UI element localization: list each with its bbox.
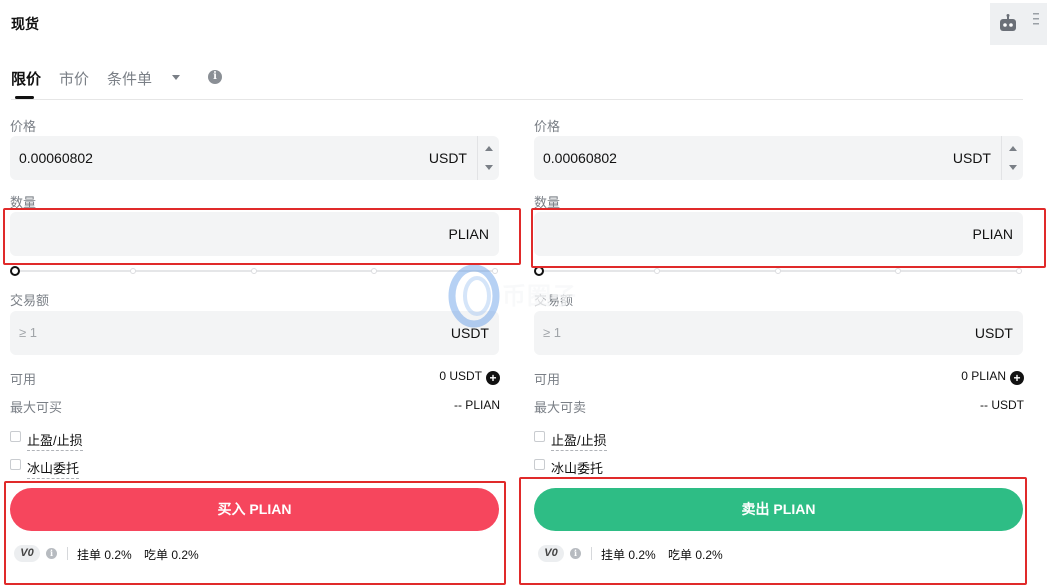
tpsl-checkbox[interactable] xyxy=(10,431,21,442)
sell-form: 价格 0.00060802 USDT 数量 PLIAN 交易额 ≥ 1 USDT xyxy=(534,0,1024,588)
fee-info-row: V0 i 挂单 0.2% 吃单 0.2% xyxy=(10,545,310,563)
fee-info-icon[interactable]: i xyxy=(46,548,57,559)
watermark-text: 币圈子 xyxy=(502,283,577,311)
buy-quantity-input[interactable]: PLIAN xyxy=(10,212,499,256)
vip-level-badge[interactable]: V0 xyxy=(14,545,40,562)
max-buy-label: 最大可买 xyxy=(10,400,63,415)
amount-label: 交易额 xyxy=(10,293,50,308)
slider-handle[interactable] xyxy=(10,266,20,276)
available-row: 0 USDT + xyxy=(439,369,500,385)
maker-fee: 挂单 0.2% xyxy=(601,548,656,562)
available-label: 可用 xyxy=(10,372,37,387)
buy-price-input[interactable]: 0.00060802 USDT xyxy=(10,136,499,180)
slider-mark-100[interactable] xyxy=(1016,268,1022,274)
price-unit: USDT xyxy=(428,150,467,166)
quantity-label: 数量 xyxy=(10,195,37,210)
watermark-logo-icon xyxy=(448,264,500,328)
deposit-plus-icon[interactable]: + xyxy=(486,371,500,385)
increment-icon[interactable] xyxy=(485,146,493,151)
sell-price-input[interactable]: 0.00060802 USDT xyxy=(534,136,1023,180)
sell-quantity-slider[interactable] xyxy=(534,264,1024,278)
decrement-icon[interactable] xyxy=(1009,165,1017,170)
fee-info-icon[interactable]: i xyxy=(570,548,581,559)
price-unit: USDT xyxy=(952,150,991,166)
sell-amount-input[interactable]: ≥ 1 USDT xyxy=(534,311,1023,355)
max-sell-label: 最大可卖 xyxy=(534,400,587,415)
price-stepper[interactable] xyxy=(477,136,499,180)
taker-fee: 吃单 0.2% xyxy=(668,548,723,562)
fee-info-row: V0 i 挂单 0.2% 吃单 0.2% xyxy=(534,545,834,563)
sell-quantity-input[interactable]: PLIAN xyxy=(534,212,1023,256)
vip-level-badge[interactable]: V0 xyxy=(538,545,564,562)
iceberg-checkbox[interactable] xyxy=(534,459,545,470)
slider-mark-75[interactable] xyxy=(371,268,377,274)
amount-placeholder: ≥ 1 xyxy=(19,325,37,340)
slider-mark-75[interactable] xyxy=(895,268,901,274)
price-label: 价格 xyxy=(534,119,561,134)
maker-fee: 挂单 0.2% xyxy=(77,548,132,562)
available-value: 0 USDT xyxy=(439,369,482,383)
slider-mark-50[interactable] xyxy=(251,268,257,274)
price-stepper[interactable] xyxy=(1001,136,1023,180)
available-row: 0 PLIAN + xyxy=(961,369,1024,385)
available-label: 可用 xyxy=(534,372,561,387)
buy-form: 价格 0.00060802 USDT 数量 PLIAN 交易额 ≥ 1 USDT xyxy=(10,0,500,588)
watermark: 币圈子 xyxy=(446,262,596,332)
iceberg-label[interactable]: 冰山委托 xyxy=(551,458,604,479)
taker-fee: 吃单 0.2% xyxy=(144,548,199,562)
max-buy-value: -- PLIAN xyxy=(453,398,500,412)
tpsl-label[interactable]: 止盈/止损 xyxy=(551,430,607,451)
divider xyxy=(67,547,68,560)
quantity-label: 数量 xyxy=(534,195,561,210)
slider-mark-25[interactable] xyxy=(130,268,136,274)
iceberg-checkbox[interactable] xyxy=(10,459,21,470)
decrement-icon[interactable] xyxy=(485,165,493,170)
quantity-unit: PLIAN xyxy=(448,226,489,242)
buy-button[interactable]: 买入 PLIAN xyxy=(10,488,499,531)
price-value: 0.00060802 xyxy=(19,150,93,166)
slider-mark-50[interactable] xyxy=(775,268,781,274)
tpsl-label[interactable]: 止盈/止损 xyxy=(27,430,83,451)
buy-amount-input[interactable]: ≥ 1 USDT xyxy=(10,311,499,355)
buy-quantity-slider[interactable] xyxy=(10,264,500,278)
more-menu-icon[interactable] xyxy=(1033,12,1039,26)
deposit-plus-icon[interactable]: + xyxy=(1010,371,1024,385)
increment-icon[interactable] xyxy=(1009,146,1017,151)
quantity-unit: PLIAN xyxy=(972,226,1013,242)
divider xyxy=(591,547,592,560)
max-sell-value: -- USDT xyxy=(980,398,1024,412)
price-label: 价格 xyxy=(10,119,37,134)
price-value: 0.00060802 xyxy=(543,150,617,166)
iceberg-label[interactable]: 冰山委托 xyxy=(27,458,80,479)
tpsl-checkbox[interactable] xyxy=(534,431,545,442)
spot-trade-panel: 现货 限价 市价 条件单 i 价格 0.00060802 USDT 数量 PLI… xyxy=(0,0,1047,588)
slider-mark-25[interactable] xyxy=(654,268,660,274)
available-value: 0 PLIAN xyxy=(961,369,1006,383)
amount-unit: USDT xyxy=(974,325,1013,341)
sell-button[interactable]: 卖出 PLIAN xyxy=(534,488,1023,531)
